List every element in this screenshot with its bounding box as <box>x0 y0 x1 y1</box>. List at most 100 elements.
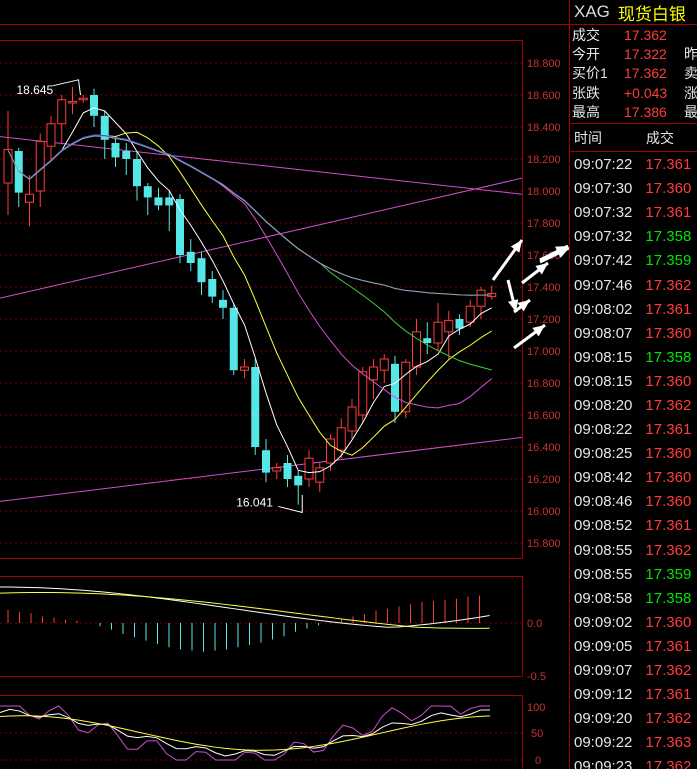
quote-row: 张跌 +0.043 涨 <box>570 83 697 102</box>
candle-body <box>272 467 282 472</box>
candle-body <box>57 99 67 125</box>
price-axis-label: 18.400 <box>527 122 561 134</box>
quote-value: +0.043 <box>624 84 668 101</box>
candle-body <box>197 258 206 283</box>
trade-time: 09:08:25 <box>574 445 633 463</box>
price-axis-label: 18.600 <box>527 90 561 102</box>
quote-value: 17.322 <box>624 45 667 62</box>
price-axis-label: 17.800 <box>527 218 561 230</box>
quote-value: 17.386 <box>624 103 667 120</box>
trade-row: 09:08:20 17.362 <box>570 393 697 417</box>
candle-body <box>111 143 120 158</box>
price-axis-label: 16.600 <box>527 410 561 422</box>
trade-time: 09:09:22 <box>574 734 633 752</box>
trade-row: 09:08:55 17.362 <box>570 538 697 562</box>
price-axis-label: 18.200 <box>527 154 561 166</box>
quote-label: 今开 <box>572 45 600 62</box>
candle-body <box>25 193 34 203</box>
trade-price: 17.362 <box>645 541 692 559</box>
trade-row: 09:07:46 17.362 <box>570 273 697 297</box>
candle-body <box>219 299 227 308</box>
price-axis-label: 16.400 <box>527 442 561 454</box>
trade-row: 09:07:22 17.361 <box>570 152 697 176</box>
trade-price: 17.360 <box>645 445 692 463</box>
low-price-label: 16.041 <box>236 495 273 509</box>
ma30-line <box>93 134 492 371</box>
trade-row: 09:08:15 17.358 <box>570 345 697 369</box>
trades-time-header: 时间 <box>574 129 602 146</box>
price-axis-label: 17.000 <box>527 346 561 358</box>
trade-price: 17.362 <box>645 276 692 294</box>
candle-body <box>176 199 184 255</box>
candle-body <box>444 320 454 333</box>
trade-row: 09:09:23 17.362 <box>570 755 697 769</box>
trade-time: 09:09:23 <box>574 758 633 769</box>
candle-body <box>35 140 45 192</box>
trade-row: 09:08:58 17.358 <box>570 586 697 610</box>
trade-time: 09:09:02 <box>574 613 633 631</box>
trade-price: 17.360 <box>645 324 692 342</box>
trade-row: 09:07:32 17.361 <box>570 201 697 225</box>
kline-chart-area[interactable]: 18.80018.60018.40018.20018.00017.80017.6… <box>0 0 569 769</box>
symbol-header: XAG 现货白银 <box>570 0 697 25</box>
candle-body <box>391 363 399 412</box>
candle-body <box>229 307 238 371</box>
trade-price: 17.361 <box>645 686 692 704</box>
trade-row: 09:08:22 17.361 <box>570 418 697 442</box>
trade-row: 09:08:02 17.361 <box>570 297 697 321</box>
trade-time: 09:08:58 <box>574 589 633 607</box>
trade-price: 17.362 <box>645 758 692 769</box>
price-axis-label: 18.000 <box>527 186 561 198</box>
trade-row: 09:07:32 17.358 <box>570 225 697 249</box>
trade-row: 09:07:42 17.359 <box>570 249 697 273</box>
candle-body <box>78 97 88 101</box>
quote-label-2: 昨 <box>684 45 697 62</box>
quote-label-2: 卖 <box>684 65 697 82</box>
quote-row: 买价1 17.362 卖 <box>570 64 697 83</box>
quote-label: 最高 <box>572 103 600 120</box>
trade-time: 09:07:30 <box>574 180 633 198</box>
ma5-line <box>29 107 492 474</box>
quote-row: 最高 17.386 最 <box>570 102 697 121</box>
trendline-channel <box>0 177 523 299</box>
candle-body <box>154 197 163 206</box>
candle-body <box>423 338 432 343</box>
trades-list[interactable]: 09:07:22 17.361 09:07:30 17.360 09:07:32 17.3… <box>570 152 697 769</box>
candle-body <box>3 148 13 184</box>
macd-axis-label: -0.5 <box>527 671 546 683</box>
candle-body <box>133 159 141 187</box>
kdj-axis-label: 50 <box>531 728 543 740</box>
trade-row: 09:09:02 17.360 <box>570 610 697 634</box>
trade-price: 17.362 <box>645 710 692 728</box>
trade-row: 09:09:05 17.361 <box>570 634 697 658</box>
trade-time: 09:08:15 <box>574 372 633 390</box>
price-axis-label: 16.000 <box>527 506 561 518</box>
candle-body <box>358 371 368 416</box>
candle-body <box>208 279 217 297</box>
candle-body <box>122 151 131 159</box>
trade-time: 09:08:42 <box>574 469 633 487</box>
quote-row: 今开 17.322 昨 <box>570 44 697 63</box>
quote-panel: XAG 现货白银 成交 17.362 今开 17.322 昨买价1 17.362 卖张跌 +0… <box>569 0 697 769</box>
symbol-code: XAG <box>574 2 610 21</box>
trade-price: 17.360 <box>645 493 692 511</box>
trade-price: 17.358 <box>645 348 692 366</box>
trade-row: 09:08:55 17.359 <box>570 562 697 586</box>
price-axis-label: 16.800 <box>527 378 561 390</box>
price-axis-label: 16.200 <box>527 474 561 486</box>
trade-price: 17.361 <box>645 156 692 174</box>
candle-body <box>165 197 174 206</box>
trade-price: 17.360 <box>645 613 692 631</box>
symbol-name: 现货白银 <box>617 4 686 24</box>
trade-row: 09:09:20 17.362 <box>570 707 697 731</box>
quote-label-2: 涨 <box>684 84 697 101</box>
quote-value: 17.362 <box>624 65 667 82</box>
candle-body <box>455 319 464 329</box>
trade-row: 09:08:42 17.360 <box>570 466 697 490</box>
trade-time: 09:08:55 <box>574 541 633 559</box>
kdj-axis-label: 0 <box>535 755 541 767</box>
trade-price: 17.362 <box>645 396 692 414</box>
candle-body <box>90 95 98 116</box>
trade-price: 17.358 <box>645 589 692 607</box>
trade-time: 09:09:12 <box>574 686 633 704</box>
